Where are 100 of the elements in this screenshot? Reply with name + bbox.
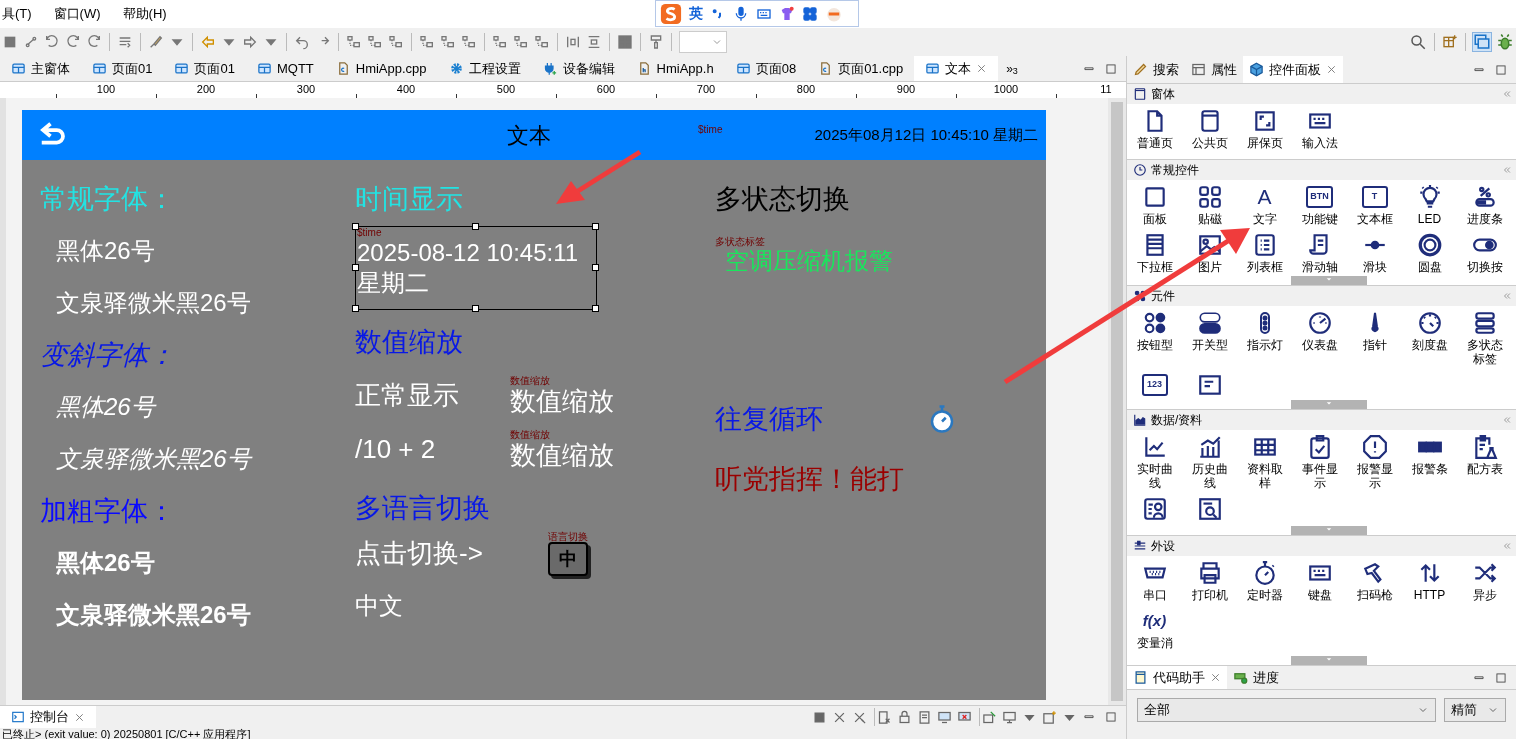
panel-tab[interactable]: 搜索 — [1127, 56, 1185, 83]
palette-item[interactable]: f(x) 变量消 — [1127, 608, 1182, 650]
bug-icon[interactable] — [1496, 33, 1514, 51]
palette-item[interactable]: 异步 — [1457, 560, 1512, 602]
palette-item[interactable]: 报警显示 — [1347, 434, 1402, 490]
palette-item[interactable]: 进度条 — [1457, 184, 1512, 226]
palette-item[interactable]: A 文字 — [1237, 184, 1292, 226]
align-icon[interactable] — [419, 34, 435, 50]
close-icon[interactable] — [74, 711, 85, 723]
palette-item[interactable]: 切换按 — [1457, 232, 1512, 274]
palette-item[interactable]: 指针 — [1347, 310, 1402, 366]
redo-icon[interactable] — [86, 34, 102, 50]
maximize-icon[interactable] — [1104, 61, 1118, 76]
palette-item[interactable]: 列表框 — [1237, 232, 1292, 274]
palette-item[interactable]: 按钮型 — [1127, 310, 1182, 366]
new-window-icon[interactable] — [1042, 709, 1057, 725]
align-icon[interactable] — [367, 34, 383, 50]
dropdown[interactable]: 精简 — [1444, 698, 1506, 722]
editor-tab[interactable]: 文本 — [914, 56, 999, 81]
palette-item[interactable]: 配方表 — [1457, 434, 1512, 490]
palette-item[interactable]: 图片 — [1182, 232, 1237, 274]
palette-item[interactable]: 圆盘 — [1402, 232, 1457, 274]
lock-icon[interactable] — [897, 709, 912, 725]
close-icon[interactable] — [976, 63, 988, 74]
resize-handle[interactable] — [352, 223, 359, 230]
align-icon[interactable] — [461, 34, 477, 50]
list-icon[interactable] — [117, 34, 133, 50]
palette-item[interactable]: 键盘 — [1292, 560, 1347, 602]
resize-handle[interactable] — [472, 305, 479, 312]
menu-item[interactable]: 具(T) — [2, 4, 32, 24]
maximize-icon[interactable] — [1494, 62, 1508, 77]
palette-item[interactable]: 扫码枪 — [1347, 560, 1402, 602]
palette-item[interactable]: 输入法 — [1292, 108, 1347, 150]
align-icon[interactable] — [346, 34, 362, 50]
panel-tab[interactable]: 进度 — [1227, 666, 1285, 689]
palette-item[interactable]: 指示灯 — [1237, 310, 1292, 366]
search-icon[interactable] — [1409, 33, 1427, 51]
palette-item[interactable]: T 文本框 — [1347, 184, 1402, 226]
palette-item[interactable]: 开关型 — [1182, 310, 1237, 366]
palette-item[interactable]: 事件显示 — [1292, 434, 1347, 490]
brush-icon[interactable] — [148, 34, 164, 50]
resize-handle[interactable] — [592, 264, 599, 271]
align-icon[interactable] — [440, 34, 456, 50]
logo-icon[interactable] — [660, 2, 682, 25]
panel-tab[interactable]: 代码助手 — [1127, 666, 1227, 689]
editor-tab[interactable]: HmiApp.h — [625, 56, 725, 81]
palette-item[interactable]: 报警条 — [1402, 434, 1457, 490]
palette-item[interactable]: 屏保页 — [1237, 108, 1292, 150]
editor-tab[interactable]: 工程设置 — [437, 56, 532, 81]
palette-item[interactable]: 仪表盘 — [1292, 310, 1347, 366]
palette-item[interactable]: 打印机 — [1182, 560, 1237, 602]
node-icon[interactable] — [23, 34, 39, 50]
stop-icon[interactable] — [2, 34, 18, 50]
windows-icon[interactable] — [1473, 33, 1491, 51]
panel-tab[interactable]: 控件面板 — [1243, 56, 1343, 83]
format-painter-icon[interactable] — [648, 34, 664, 50]
palette-item[interactable]: 多状态标签 — [1457, 310, 1512, 366]
palette-item[interactable]: BTN 功能键 — [1292, 184, 1347, 226]
palette-item[interactable]: 定时器 — [1237, 560, 1292, 602]
distribute-icon[interactable] — [565, 34, 581, 50]
undo-icon[interactable] — [44, 34, 60, 50]
redo-icon[interactable] — [65, 34, 81, 50]
close-icon[interactable] — [1210, 672, 1221, 683]
maximize-icon[interactable] — [1494, 670, 1508, 685]
editor-tab[interactable]: 页面01 — [163, 56, 246, 81]
resize-handle[interactable] — [352, 305, 359, 312]
palette-item[interactable]: 历史曲线 — [1182, 434, 1237, 490]
palette-item[interactable]: 资料取样 — [1237, 434, 1292, 490]
arrow-right-icon[interactable] — [242, 34, 258, 50]
align-icon[interactable] — [492, 34, 508, 50]
close-icon[interactable] — [1326, 64, 1337, 75]
resize-handle[interactable] — [472, 223, 479, 230]
editor-tab[interactable]: 页面08 — [724, 56, 808, 81]
shirt-icon[interactable] — [779, 5, 795, 22]
editor-tab[interactable]: HmiApp.cpp — [324, 56, 438, 81]
scrollbar[interactable] — [1108, 98, 1126, 705]
editor-tab[interactable]: 页面01.cpp — [807, 56, 915, 81]
palette-item[interactable]: HTTP — [1402, 560, 1457, 602]
maximize-icon[interactable] — [1104, 710, 1118, 724]
palette-item[interactable]: 贴磁 — [1182, 184, 1237, 226]
palette-item[interactable]: 下拉框 — [1127, 232, 1182, 274]
overflow-tab[interactable]: »$_{3}$ — [998, 56, 1026, 81]
align-icon[interactable] — [534, 34, 550, 50]
menu-item[interactable]: 帮助(H) — [122, 4, 167, 24]
pin-icon[interactable] — [982, 709, 997, 725]
resize-handle[interactable] — [352, 264, 359, 271]
editor-tab[interactable]: 主窗体 — [0, 56, 81, 81]
time-display[interactable]: $time 2025-08-12 10:45:11 星期二 — [355, 226, 597, 310]
menu-item[interactable]: 窗口(W) — [53, 4, 101, 24]
language-button[interactable]: 中 — [548, 541, 588, 576]
back-icon[interactable] — [294, 34, 310, 50]
apps-icon[interactable] — [802, 5, 818, 22]
input-mode-text[interactable]: 英 — [689, 3, 703, 24]
palette-item[interactable]: 滑动轴 — [1292, 232, 1347, 274]
editor-tab[interactable]: 设备编辑 — [531, 56, 626, 81]
dropdown-field[interactable] — [679, 31, 727, 53]
palette-item[interactable]: 刻度盘 — [1402, 310, 1457, 366]
panel-tab[interactable]: 属性 — [1185, 56, 1243, 83]
stop-icon[interactable] — [812, 709, 827, 725]
palette-item[interactable]: 实时曲线 — [1127, 434, 1182, 490]
